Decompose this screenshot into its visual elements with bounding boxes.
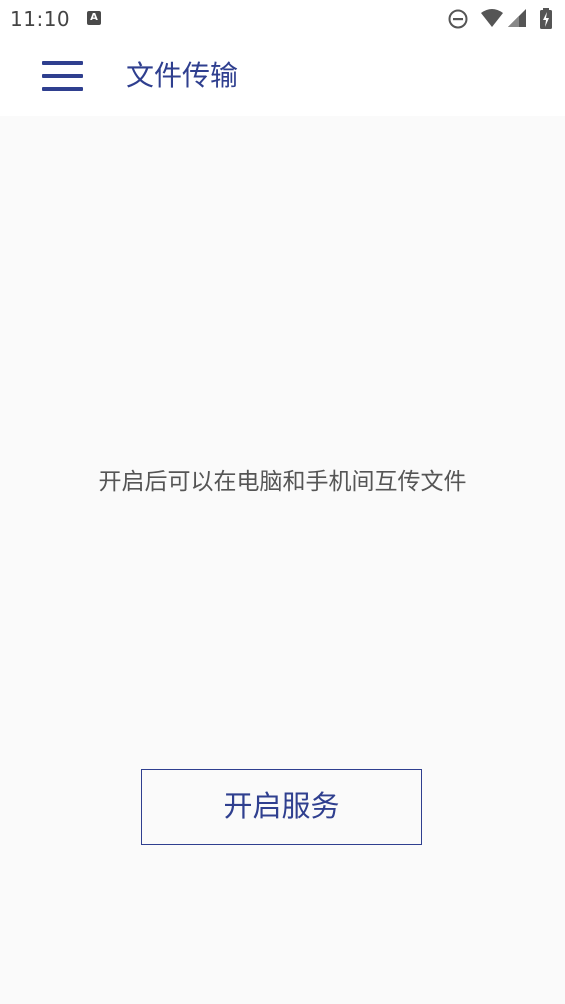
battery-charging-icon [540, 8, 552, 29]
menu-line [42, 87, 83, 91]
main-content: 开启后可以在电脑和手机间互传文件 开启服务 [0, 116, 565, 1004]
status-bar: 11:10 A [0, 0, 565, 38]
dnd-icon [448, 9, 468, 29]
status-time: 11:10 [10, 7, 71, 31]
app-bar: 文件传输 [0, 38, 565, 116]
signal-icon [508, 9, 526, 27]
page-title: 文件传输 [126, 59, 239, 92]
menu-line [42, 61, 83, 65]
info-text: 开启后可以在电脑和手机间互传文件 [98, 469, 467, 495]
screen: 11:10 A 文件传输 开启后可以在电脑和手机间互传文件 开启服务 [0, 0, 565, 1004]
notification-a-icon: A [87, 11, 101, 25]
status-icons [447, 8, 557, 30]
hamburger-menu-icon[interactable] [42, 61, 83, 91]
start-service-button[interactable]: 开启服务 [141, 769, 422, 845]
wifi-icon [481, 9, 503, 27]
menu-line [42, 74, 83, 78]
